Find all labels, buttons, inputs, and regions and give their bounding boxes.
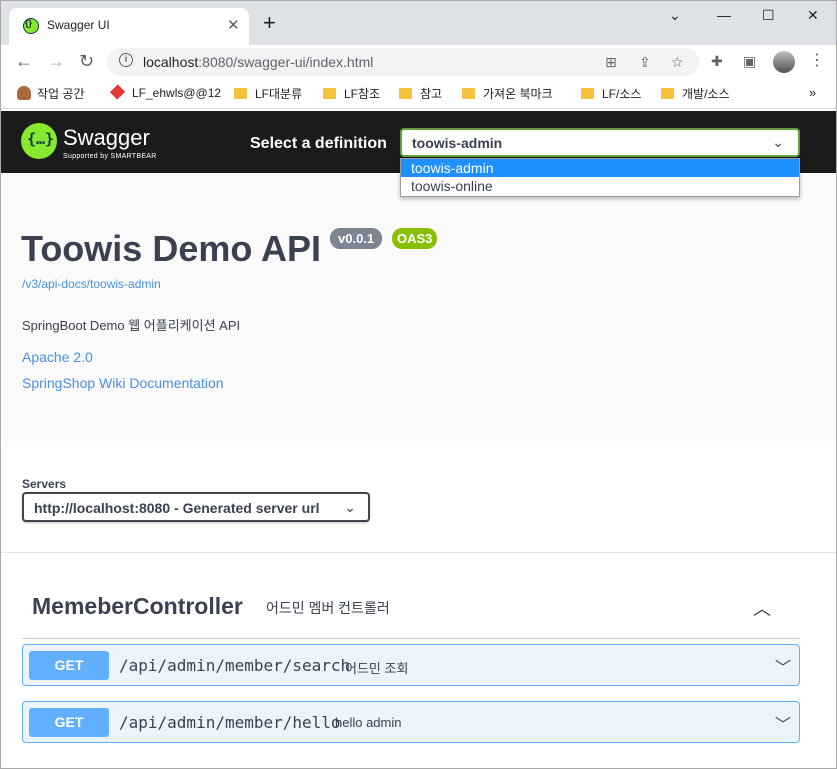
maximize-button[interactable]: ☐ [762, 7, 775, 24]
close-window-button[interactable]: ✕ [807, 7, 819, 24]
new-tab-button[interactable]: + [263, 12, 276, 34]
swagger-logo-icon[interactable]: {…} [21, 123, 57, 159]
server-select[interactable]: http://localhost:8080 - Generated server… [22, 492, 370, 522]
translate-icon[interactable]: ⊞ [605, 54, 617, 71]
swagger-favicon-icon [23, 18, 39, 34]
api-title: Toowis Demo API [21, 228, 322, 269]
swagger-brand-sub: Supported by SMARTBEAR [63, 153, 157, 160]
chevron-up-icon[interactable]: ︿ [753, 595, 771, 621]
definition-option[interactable]: toowis-admin [401, 159, 799, 177]
controller-description: 어드민 멤버 컨트롤러 [266, 600, 390, 616]
version-badge: v0.0.1 [330, 228, 383, 249]
profile-avatar[interactable] [773, 51, 795, 73]
person-icon [17, 86, 31, 100]
bookmark-folder[interactable]: 참고 [399, 85, 442, 102]
bookmarks-bar: 작업 공간 LF_ehwls@@12 LF대분류 LF참조 참고 가져온 북마크… [1, 79, 836, 109]
bookmark-folder[interactable]: 개발/소스 [661, 85, 730, 102]
oas-badge: OAS3 [392, 228, 438, 249]
api-docs-link[interactable]: /v3/api-docs/toowis-admin [22, 277, 161, 291]
definition-select[interactable]: toowis-admin ⌄ [400, 128, 800, 157]
chevron-down-icon: ⌄ [772, 134, 784, 150]
chevron-down-icon[interactable]: ﹀ [775, 654, 791, 678]
controller-divider [22, 638, 800, 639]
servers-label: Servers [22, 477, 67, 491]
folder-icon [581, 88, 594, 99]
server-select-value: http://localhost:8080 - Generated server… [34, 500, 320, 516]
controller-name[interactable]: MemeberController [32, 593, 243, 620]
bookmark-item[interactable]: 작업 공간 [17, 85, 85, 102]
folder-icon [323, 88, 336, 99]
operation-path: /api/admin/member/search [119, 656, 351, 675]
url-text[interactable]: localhost:8080/swagger-ui/index.html [143, 54, 373, 70]
minimize-button[interactable]: — [717, 7, 731, 23]
forward-arrow-icon[interactable]: → [47, 51, 65, 72]
bookmark-folder[interactable]: LF/소스 [581, 85, 641, 102]
extensions-puzzle-icon[interactable]: ✚ [711, 53, 723, 70]
reload-icon[interactable]: ↻ [79, 51, 94, 72]
external-docs-link[interactable]: SpringShop Wiki Documentation [22, 375, 224, 391]
back-arrow-icon[interactable]: ← [15, 51, 33, 72]
definition-dropdown: toowis-admin toowis-online [400, 158, 800, 197]
section-divider [1, 552, 836, 553]
api-info-section: Toowis Demo API v0.0.1 OAS3 /v3/api-docs… [1, 173, 836, 441]
tab-title: Swagger UI [47, 18, 110, 32]
chevron-down-icon: ⌄ [344, 499, 356, 515]
bookmarks-more-icon[interactable]: » [809, 85, 816, 100]
bookmark-star-icon[interactable]: ☆ [671, 54, 684, 71]
bookmark-folder[interactable]: LF참조 [323, 85, 380, 102]
operation-summary: 어드민 조회 [345, 661, 409, 676]
tab-search-icon[interactable]: ⌄ [669, 7, 681, 24]
red-extension-icon [109, 84, 126, 100]
folder-icon [462, 88, 475, 99]
license-link[interactable]: Apache 2.0 [22, 349, 93, 365]
side-panel-icon[interactable]: ▣ [743, 53, 756, 70]
browser-toolbar: ← → ↻ i localhost:8080/swagger-ui/index.… [1, 45, 836, 79]
operation-row[interactable]: GET /api/admin/member/hello hello admin … [22, 701, 800, 743]
operation-path: /api/admin/member/hello [119, 713, 341, 732]
select-definition-label: Select a definition [250, 135, 387, 152]
operation-summary: hello admin [335, 715, 402, 730]
folder-icon [399, 88, 412, 99]
address-bar[interactable]: i localhost:8080/swagger-ui/index.html ⊞… [107, 48, 699, 76]
bookmark-folder[interactable]: LF대분류 [234, 85, 302, 102]
bookmark-folder[interactable]: 가져온 북마크 [462, 85, 553, 102]
method-badge: GET [29, 708, 109, 737]
share-icon[interactable]: ⇪ [639, 54, 651, 71]
folder-icon [234, 88, 247, 99]
site-info-icon[interactable]: i [119, 53, 133, 67]
bookmark-item[interactable]: LF_ehwls@@12 [109, 84, 221, 100]
api-description: SpringBoot Demo 웹 어플리케이션 API [22, 318, 241, 333]
swagger-brand: Swagger [63, 125, 150, 150]
definition-select-value: toowis-admin [412, 135, 503, 151]
method-badge: GET [29, 651, 109, 680]
definition-option[interactable]: toowis-online [401, 177, 799, 195]
tab-bar: Swagger UI ✕ + ⌄ — ☐ ✕ [1, 1, 836, 45]
tab-close-icon[interactable]: ✕ [227, 16, 240, 34]
browser-window: Swagger UI ✕ + ⌄ — ☐ ✕ ← → ↻ i localhost… [0, 0, 837, 769]
operation-row[interactable]: GET /api/admin/member/search 어드민 조회 ﹀ [22, 644, 800, 686]
folder-icon [661, 88, 674, 99]
browser-tab[interactable]: Swagger UI ✕ [9, 8, 249, 45]
browser-menu-icon[interactable]: ⋮ [809, 50, 825, 70]
chevron-down-icon[interactable]: ﹀ [775, 711, 791, 735]
